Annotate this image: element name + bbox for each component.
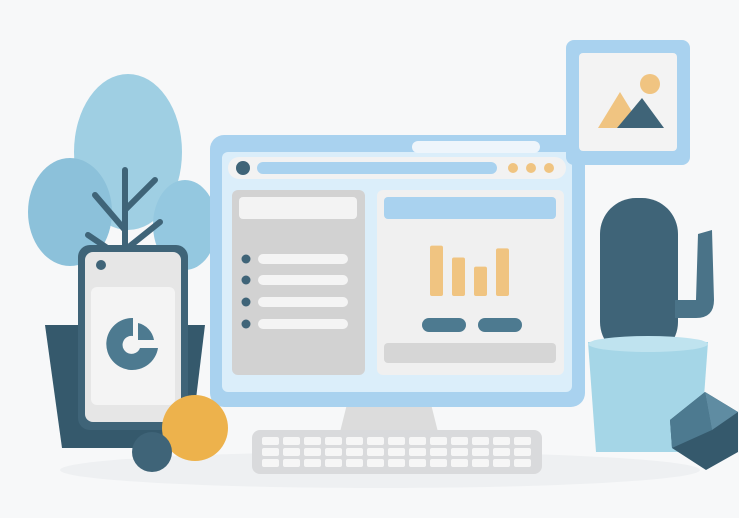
list-bullet <box>241 254 251 264</box>
pill-button-right <box>478 318 522 332</box>
keyboard-key <box>367 437 384 445</box>
keyboard-key <box>346 459 363 467</box>
phone-card <box>91 287 175 405</box>
keyboard-key <box>283 459 300 467</box>
teal-ball <box>132 432 172 472</box>
phone <box>78 245 188 430</box>
keyboard-key <box>367 459 384 467</box>
keyboard-key <box>472 448 489 456</box>
keyboard-key <box>451 437 468 445</box>
keyboard-key <box>451 459 468 467</box>
keyboard-key <box>493 437 510 445</box>
keyboard-key <box>472 459 489 467</box>
keyboard-key <box>514 448 531 456</box>
monitor-top-tab <box>412 141 540 153</box>
keyboard-key <box>346 448 363 456</box>
cactus-arm <box>675 230 714 318</box>
keyboard-key <box>451 448 468 456</box>
illustration-svg <box>28 40 738 488</box>
keyboard-key <box>325 448 342 456</box>
chart-bar <box>452 257 465 296</box>
list-line <box>258 275 348 285</box>
monitor <box>210 135 585 440</box>
keyboard-key <box>409 459 426 467</box>
keyboard-key <box>388 448 405 456</box>
keyboard-key <box>283 448 300 456</box>
list-line <box>258 319 348 329</box>
keyboard-key <box>514 459 531 467</box>
keyboard-key <box>514 437 531 445</box>
keyboard-key <box>283 437 300 445</box>
keyboard-key <box>430 437 447 445</box>
keyboard-key <box>304 448 321 456</box>
keyboard-key <box>304 437 321 445</box>
keyboard-key <box>367 448 384 456</box>
photo-frame-inner <box>579 53 677 151</box>
keyboard-key <box>325 437 342 445</box>
keyboard-key <box>430 459 447 467</box>
list-line <box>258 297 348 307</box>
keyboard-key <box>472 437 489 445</box>
keyboard <box>252 430 542 474</box>
photo-frame <box>566 40 690 165</box>
chart-bar <box>430 245 443 296</box>
keyboard-key <box>388 459 405 467</box>
list-bullet <box>241 297 251 307</box>
list-bullet <box>241 319 251 329</box>
list-bullet <box>241 275 251 285</box>
right-panel-header <box>384 197 556 219</box>
window-dot-1 <box>508 163 518 173</box>
window-dot-2 <box>526 163 536 173</box>
chart-bar <box>496 248 509 296</box>
cactus-body <box>600 198 678 358</box>
url-field <box>257 162 497 174</box>
browser-dot <box>236 161 250 175</box>
keyboard-key <box>409 448 426 456</box>
window-dot-3 <box>544 163 554 173</box>
keyboard-key <box>493 448 510 456</box>
keyboard-key <box>409 437 426 445</box>
keyboard-key <box>388 437 405 445</box>
keyboard-key <box>262 459 279 467</box>
keyboard-key <box>346 437 363 445</box>
cactus-pot-rim <box>588 336 708 352</box>
keyboard-key <box>262 448 279 456</box>
phone-camera <box>96 260 106 270</box>
sun-icon <box>640 74 660 94</box>
keyboard-key <box>430 448 447 456</box>
keyboard-key <box>493 459 510 467</box>
illustration-scene <box>0 0 739 518</box>
keyboard-key <box>262 437 279 445</box>
right-panel-footer <box>384 343 556 363</box>
keyboard-key <box>304 459 321 467</box>
keyboard-key <box>325 459 342 467</box>
left-panel-header <box>239 197 357 219</box>
pill-button-left <box>422 318 466 332</box>
chart-bar <box>474 266 487 296</box>
list-line <box>258 254 348 264</box>
